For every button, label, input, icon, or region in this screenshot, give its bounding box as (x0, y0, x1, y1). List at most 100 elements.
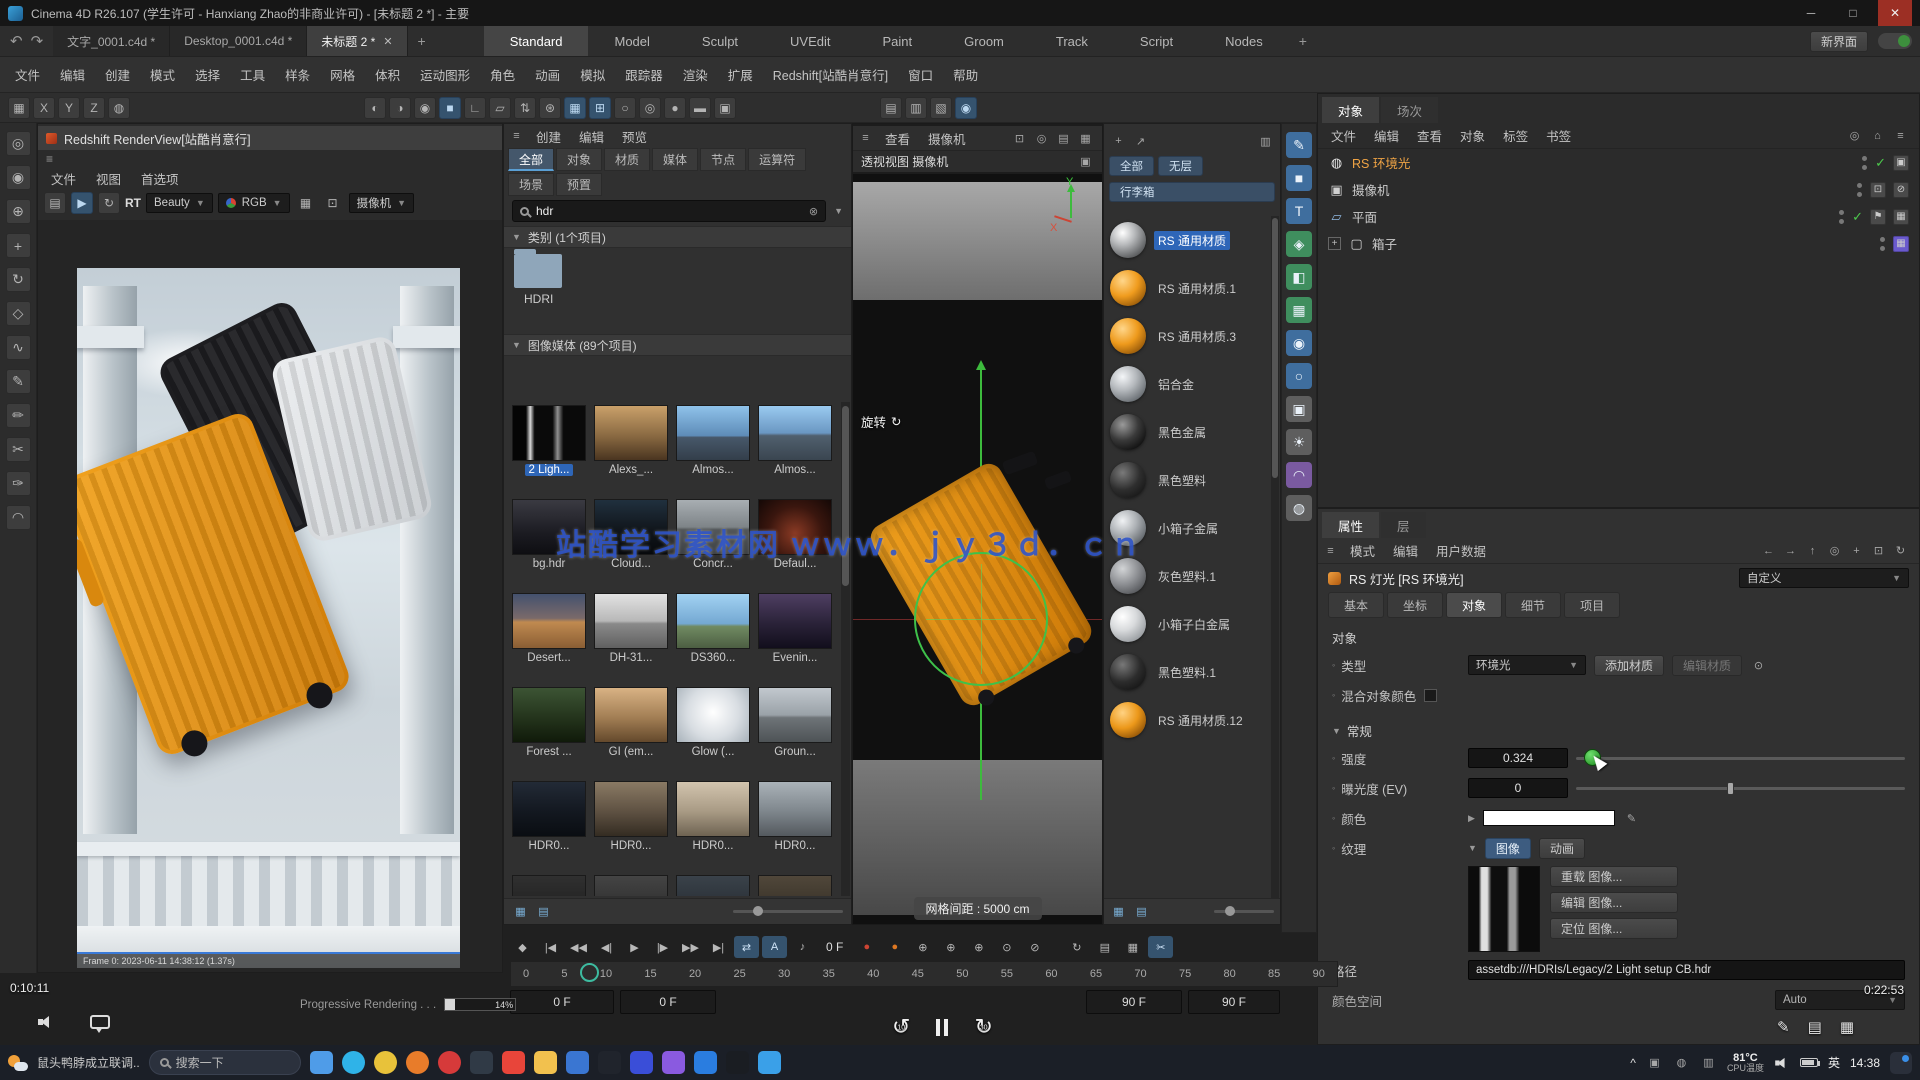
hdri-thumbnail[interactable]: 2 Ligh... (508, 402, 590, 496)
toolbar-icon[interactable]: ▦ (8, 97, 30, 119)
battery-icon[interactable] (1800, 1058, 1818, 1067)
material-item[interactable]: RS 通用材质.1 (1104, 264, 1271, 312)
hdri-thumbnail[interactable] (590, 872, 672, 896)
viewport-maximize-icon[interactable]: ⊡ (1011, 130, 1028, 147)
taskbar-app-icon[interactable] (502, 1051, 525, 1074)
toolbar-icon[interactable]: ● (664, 97, 686, 119)
tool-icon[interactable]: ∿ (6, 335, 31, 360)
toolbar-icon[interactable]: ▱ (489, 97, 511, 119)
taskbar-app-icon[interactable] (534, 1051, 557, 1074)
toolbar-icon[interactable]: ◉ (414, 97, 436, 119)
timeline-option-button[interactable]: ▤ (1092, 936, 1117, 958)
record-button[interactable]: ⊕ (938, 936, 963, 958)
material-layer-button[interactable]: 行李箱 (1109, 182, 1275, 202)
flag-tag-icon[interactable]: ⚑ (1870, 209, 1886, 225)
layout-tab[interactable]: Script (1114, 26, 1199, 56)
menu-item[interactable]: 文件 (6, 63, 49, 86)
delete-material-icon[interactable]: ▥ (1257, 133, 1274, 150)
toolbar-icon[interactable]: ◑ (389, 97, 411, 119)
asset-filter-tab[interactable]: 材质 (604, 148, 650, 171)
min-frame-field[interactable]: 0 F (620, 990, 716, 1014)
material-item[interactable]: RS 通用材质 (1104, 216, 1271, 264)
intensity-value-field[interactable]: 0.324 (1468, 748, 1568, 768)
timeline-ruler[interactable]: 051015202530354045505560657075808590 (510, 961, 1338, 987)
clear-search-icon[interactable]: ⊗ (809, 205, 818, 218)
menu-item[interactable]: 创建 (96, 63, 139, 86)
preset-dropdown[interactable]: 自定义 ▼ (1739, 568, 1909, 588)
attribute-menu-item[interactable]: 编辑 (1384, 539, 1427, 562)
asset-menu-item[interactable]: 编辑 (570, 125, 613, 148)
hdri-thumbnail[interactable]: Evenin... (754, 590, 836, 684)
tool-icon[interactable]: ✂ (6, 437, 31, 462)
menu-item[interactable]: 角色 (481, 63, 524, 86)
attribute-section-tab[interactable]: 基本 (1328, 592, 1384, 618)
texture-image-button[interactable]: 图像 (1485, 838, 1531, 859)
create-object-icon[interactable]: ◧ (1286, 264, 1312, 290)
visibility-dots-icon[interactable] (1838, 209, 1845, 225)
camera-toggle-icon[interactable]: ⊡ (1870, 182, 1886, 198)
restart-render-icon[interactable]: ↻ (98, 192, 120, 214)
hdri-thumbnail[interactable]: HDR0... (754, 778, 836, 872)
hdri-thumbnail[interactable]: DS360... (672, 590, 754, 684)
menu-item[interactable]: 编辑 (51, 63, 94, 86)
hamburger-icon[interactable]: ≡ (1322, 542, 1339, 559)
taskbar-app-icon[interactable] (758, 1051, 781, 1074)
exposure-value-field[interactable]: 0 (1468, 778, 1568, 798)
grid-view-icon[interactable]: ▦ (1110, 903, 1127, 920)
color-swatch[interactable] (1483, 810, 1615, 826)
expand-icon[interactable]: + (1328, 237, 1341, 250)
clock[interactable]: 14:38 (1850, 1056, 1880, 1070)
object-row-box[interactable]: + ▢ 箱子 ▦ (1318, 230, 1919, 257)
asset-filter-tab[interactable]: 场景 (508, 173, 554, 196)
document-tab[interactable]: 文字_0001.c4d * (53, 26, 170, 56)
edit-material-button[interactable]: 编辑材质 (1672, 655, 1742, 676)
object-manager-corner-icon[interactable]: ≡ (1892, 127, 1909, 144)
transport-button[interactable]: ⇄ (734, 936, 759, 958)
asset-filter-tab[interactable]: 全部 (508, 148, 554, 171)
menu-item[interactable]: 窗口 (899, 63, 942, 86)
layout-tab[interactable]: Nodes (1199, 26, 1289, 56)
create-object-icon[interactable]: ✎ (1286, 132, 1312, 158)
toolbar-icon[interactable]: ◉ (955, 97, 977, 119)
create-object-icon[interactable]: T (1286, 198, 1312, 224)
taskbar-app-icon[interactable] (342, 1051, 365, 1074)
material-item[interactable]: 小箱子白金属 (1104, 600, 1271, 648)
asset-menu-item[interactable]: 创建 (527, 125, 570, 148)
toolbar-icon[interactable]: ▣ (714, 97, 736, 119)
render-pass-dropdown[interactable]: Beauty ▼ (146, 193, 213, 213)
material-item[interactable]: 小箱子金属 (1104, 504, 1271, 552)
viewport-layout-icon[interactable]: ▦ (1077, 130, 1094, 147)
viewport-canvas[interactable]: 旋转 ↻ Y X 网格间距 : 5000 cm (853, 174, 1102, 924)
create-object-icon[interactable]: ■ (1286, 165, 1312, 191)
mix-color-checkbox[interactable] (1424, 689, 1437, 702)
xpresso-tag-icon[interactable]: ▦ (1893, 236, 1909, 252)
minimize-button[interactable]: ─ (1794, 0, 1828, 26)
transport-button[interactable]: ▶| (706, 936, 731, 958)
transport-button[interactable]: ◀| (594, 936, 619, 958)
menu-item[interactable]: 模式 (141, 63, 184, 86)
attribute-corner-icon[interactable]: ↑ (1804, 542, 1821, 559)
keyboard-overlay-icon[interactable]: ▦ (1840, 1018, 1854, 1036)
exposure-slider-knob[interactable] (1727, 782, 1734, 795)
toolbar-icon[interactable]: X (33, 97, 55, 119)
material-item[interactable]: RS 通用材质.3 (1104, 312, 1271, 360)
material-size-slider[interactable] (1214, 910, 1274, 913)
menu-item[interactable]: 帮助 (944, 63, 987, 86)
taskbar-app-icon[interactable] (310, 1051, 333, 1074)
start-ipr-button[interactable]: ▶ (71, 192, 93, 214)
hdri-thumbnail[interactable] (508, 872, 590, 896)
attribute-section-tab[interactable]: 坐标 (1387, 592, 1443, 618)
hdri-category-item[interactable]: HDRI (504, 248, 851, 334)
snapshot-icon[interactable]: ▤ (44, 192, 66, 214)
timeline-playhead[interactable] (580, 963, 599, 982)
create-object-icon[interactable]: ▦ (1286, 297, 1312, 323)
record-button[interactable]: ● (854, 936, 879, 958)
tool-icon[interactable]: ↻ (6, 267, 31, 292)
enabled-check-icon[interactable]: ✓ (1875, 155, 1886, 171)
toolbar-icon[interactable]: ⊛ (539, 97, 561, 119)
create-object-icon[interactable]: ◈ (1286, 231, 1312, 257)
menu-item[interactable]: 模拟 (571, 63, 614, 86)
max-frame-field[interactable]: 90 F (1086, 990, 1182, 1014)
attribute-section-tab[interactable]: 对象 (1446, 592, 1502, 618)
attribute-tab[interactable]: 属性 (1322, 512, 1379, 538)
